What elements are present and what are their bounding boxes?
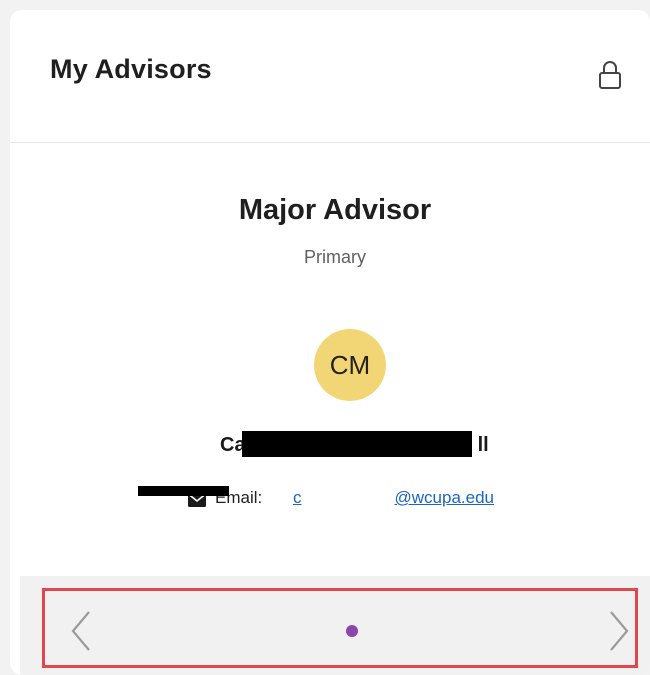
chevron-left-icon[interactable] — [70, 610, 92, 652]
email-link-start: c — [293, 488, 302, 507]
advisor-slide: Major Advisor Primary CM Ca ll Email: c @w… — [20, 144, 650, 576]
carousel-dot[interactable] — [346, 625, 358, 637]
name-redaction — [242, 431, 472, 457]
advisor-role: Major Advisor — [238, 194, 432, 226]
email-link-end: @wcupa.edu — [394, 488, 495, 507]
email-link[interactable]: c @wcupa.edu — [293, 488, 494, 508]
highlight-box — [42, 588, 638, 668]
lock-icon[interactable] — [595, 58, 625, 92]
card-title: My Advisors — [50, 54, 212, 84]
avatar: CM — [314, 329, 386, 401]
advisor-name-end: ll — [477, 434, 489, 456]
advisor-type: Primary — [304, 247, 366, 267]
email-redaction — [138, 486, 229, 496]
advisors-card: My Advisors Major Advisor Primary CM Ca l… — [10, 10, 650, 675]
card-header: My Advisors — [10, 10, 650, 143]
chevron-right-icon[interactable] — [608, 610, 630, 652]
carousel-controls — [20, 576, 650, 675]
